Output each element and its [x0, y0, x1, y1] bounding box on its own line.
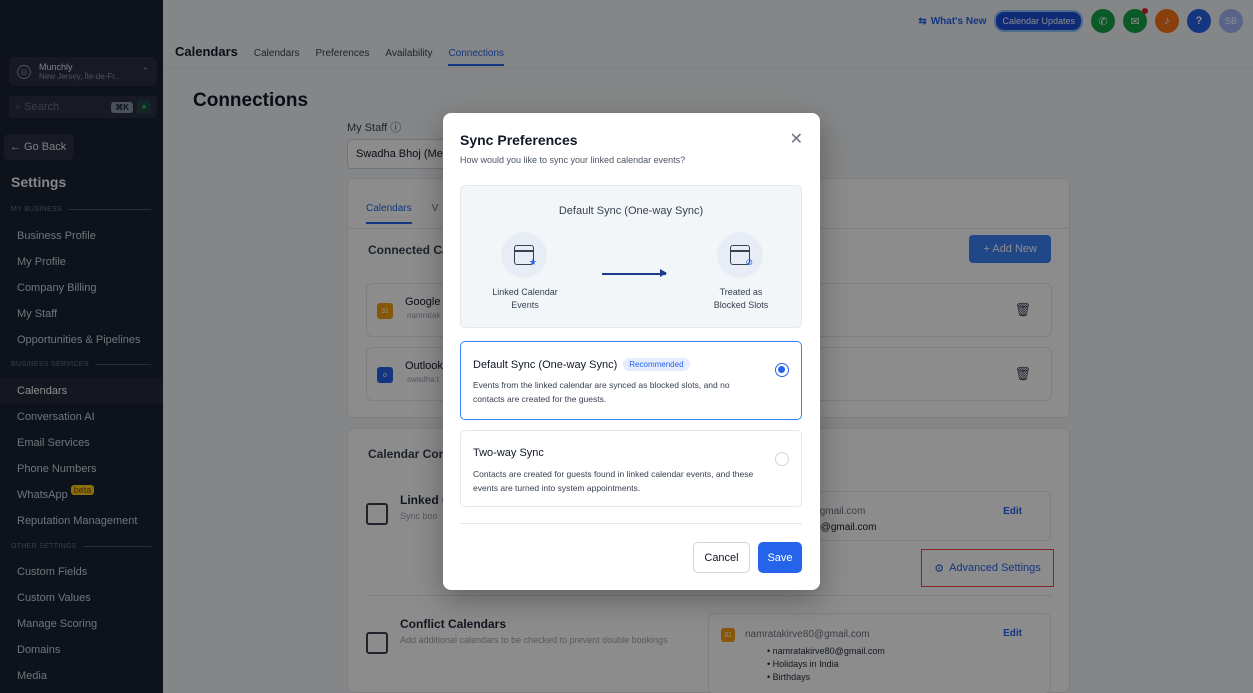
sync-preferences-modal: Sync Preferences How would you like to s…: [443, 113, 820, 590]
recommended-badge: Recommended: [623, 358, 690, 371]
diagram-title: Default Sync (One-way Sync): [558, 205, 704, 217]
arrow-right-icon: [602, 270, 667, 276]
radio-one-way-sync[interactable]: [775, 363, 789, 377]
modal-subtitle: How would you like to sync your linked c…: [460, 155, 686, 165]
option1-title: Default Sync (One-way Sync): [473, 358, 618, 371]
save-button[interactable]: Save: [758, 542, 802, 573]
option-one-way-sync[interactable]: Default Sync (One-way Sync) Recommended …: [460, 341, 802, 420]
modal-title: Sync Preferences: [460, 132, 578, 148]
linked-calendar-icon: ★: [501, 232, 547, 278]
option2-title: Two-way Sync: [473, 447, 544, 459]
option2-description: Contacts are created for guests found in…: [473, 469, 754, 493]
cancel-button[interactable]: Cancel: [693, 542, 750, 573]
diagram-left-label: Linked Calendar Events: [492, 287, 558, 310]
option-two-way-sync[interactable]: Two-way Sync Contacts are created for gu…: [460, 430, 802, 507]
option1-description: Events from the linked calendar are sync…: [473, 380, 730, 404]
diagram-right-label: Treated as Blocked Slots: [713, 287, 769, 310]
close-icon[interactable]: ✕: [790, 129, 803, 149]
sync-diagram: Default Sync (One-way Sync) ★ ⊘ Linked C…: [460, 185, 802, 328]
blocked-calendar-icon: ⊘: [717, 232, 763, 278]
radio-two-way-sync[interactable]: [775, 452, 789, 466]
